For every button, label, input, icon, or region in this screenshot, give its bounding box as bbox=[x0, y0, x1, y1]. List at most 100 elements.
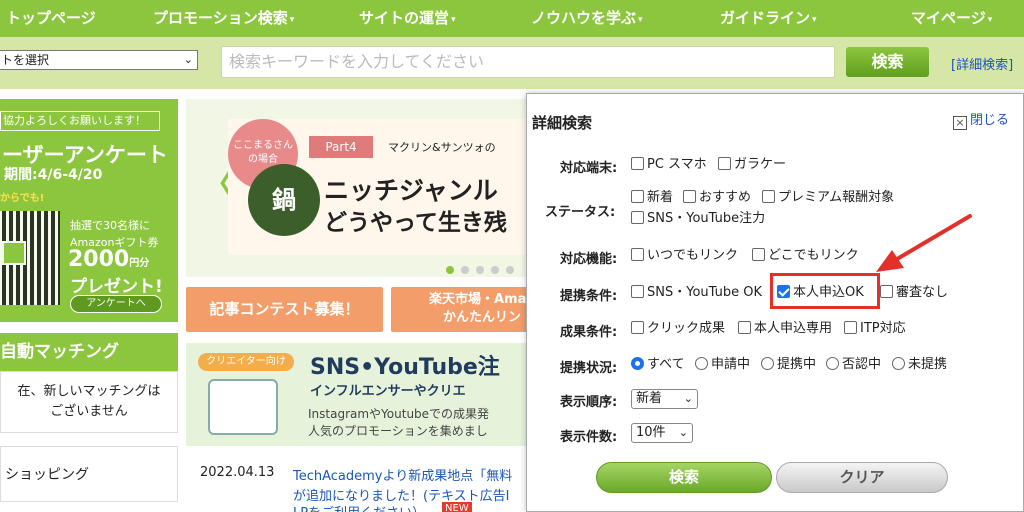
option-label: ITP対応 bbox=[860, 321, 906, 336]
checkbox-sns-youtube-ok[interactable]: SNS・YouTube OK bbox=[631, 285, 769, 301]
option-label: おすすめ bbox=[699, 190, 752, 205]
carousel-dot[interactable] bbox=[476, 266, 484, 274]
carousel-dots bbox=[446, 259, 521, 274]
radio-icon bbox=[761, 357, 774, 370]
checkbox-icon bbox=[762, 190, 775, 203]
creator-illustration-icon bbox=[208, 379, 278, 435]
option-label: PC スマホ bbox=[647, 157, 707, 172]
new-badge: NEW bbox=[442, 502, 472, 512]
search-button[interactable]: 検索 bbox=[846, 47, 929, 77]
close-icon: × bbox=[953, 116, 967, 130]
nav-guideline[interactable]: ガイドライン ▾ bbox=[720, 0, 817, 37]
popup-search-button[interactable]: 検索 bbox=[596, 462, 772, 493]
banner-period: 期間:4/6-4/20 bbox=[4, 167, 103, 183]
radio-checked-icon bbox=[631, 357, 644, 370]
banner-prize-line1: 抽選で30名様に bbox=[70, 219, 150, 232]
option-label: 本人申込専用 bbox=[754, 321, 833, 336]
radio-icon bbox=[892, 357, 905, 370]
option-label: 審査なし bbox=[896, 285, 949, 300]
slide-logo: 鍋 bbox=[248, 164, 320, 236]
order-select-value: 新着 bbox=[636, 391, 663, 406]
checkbox-feature-phone[interactable]: ガラケー bbox=[718, 157, 786, 173]
checkbox-anywhere-link[interactable]: どこでもリンク bbox=[752, 248, 859, 264]
site-select[interactable]: トを選択 ⌄ bbox=[0, 50, 198, 70]
option-label: SNS・YouTube注力 bbox=[647, 211, 766, 226]
radio-all[interactable]: すべて bbox=[631, 357, 685, 373]
sidebar-item-shopping[interactable]: ショッピング bbox=[0, 446, 178, 502]
popup-clear-button[interactable]: クリア bbox=[776, 462, 948, 493]
contest-banner[interactable]: 記事コンテスト募集！ bbox=[186, 287, 383, 332]
option-label: 申請中 bbox=[711, 357, 751, 372]
checkbox-icon bbox=[631, 321, 644, 334]
checkbox-sns-youtube-focus[interactable]: SNS・YouTube注力 bbox=[631, 211, 765, 227]
sns-text2: 人気のプロモーションを集めまし bbox=[308, 424, 488, 438]
amount-unit: 円分 bbox=[129, 258, 150, 269]
checkbox-icon bbox=[631, 157, 644, 170]
highlight-box bbox=[770, 273, 880, 309]
option-label: 新着 bbox=[647, 190, 674, 205]
checkbox-itp[interactable]: ITP対応 bbox=[844, 321, 906, 337]
banner-amount: 2000円分 bbox=[68, 247, 149, 272]
rakuten-line2: かんたんリン bbox=[443, 310, 522, 325]
auto-matching-heading: 自動マッチング bbox=[0, 333, 178, 371]
radio-affiliated[interactable]: 提携中 bbox=[761, 357, 816, 373]
radio-applying[interactable]: 申請中 bbox=[695, 357, 750, 373]
popup-title: 詳細検索 bbox=[532, 114, 593, 132]
banner-cta: からでも! bbox=[0, 193, 45, 204]
nav-label: プロモーション検索 bbox=[153, 9, 288, 27]
news-link-line1[interactable]: TechAcademyより新成果地点「無料 bbox=[293, 465, 512, 484]
rakuten-banner[interactable]: 楽天市場・Amaz かんたんリン bbox=[391, 287, 536, 332]
checkbox-pc-smartphone[interactable]: PC スマホ bbox=[631, 157, 707, 173]
keyword-search-input[interactable]: 検索キーワードを入力してください bbox=[221, 46, 835, 78]
checkbox-recommended[interactable]: おすすめ bbox=[683, 190, 751, 206]
carousel-dot[interactable] bbox=[506, 266, 514, 274]
order-select[interactable]: 新着 ⌄ bbox=[631, 389, 698, 409]
checkbox-no-screening[interactable]: 審査なし bbox=[880, 285, 948, 301]
feature-label: 対応機能: bbox=[560, 252, 618, 267]
nav-promotion-search[interactable]: プロモーション検索 ▾ bbox=[153, 0, 294, 37]
count-select-value: 10件 bbox=[636, 425, 666, 440]
checkbox-new[interactable]: 新着 bbox=[631, 190, 673, 206]
option-label: 提携中 bbox=[777, 357, 817, 372]
checkbox-self-application-only[interactable]: 本人申込専用 bbox=[738, 321, 832, 337]
sns-banner[interactable]: クリエイター向け SNS•YouTube注 インフルエンサーやクリエ Insta… bbox=[186, 343, 531, 446]
nav-label: ガイドライン bbox=[720, 9, 811, 27]
news-link-line3[interactable]: LPをご利用ください） bbox=[293, 502, 425, 512]
checkbox-premium-reward[interactable]: プレミアム報酬対象 bbox=[762, 190, 894, 206]
affiliation-label: 提携状況: bbox=[560, 361, 618, 376]
news-date: 2022.04.13 bbox=[200, 465, 275, 480]
option-label: 未提携 bbox=[908, 357, 948, 372]
checkbox-icon bbox=[752, 248, 765, 261]
carousel-slide[interactable]: ここまるさん の場合 鍋 Part4 マクリン&サンツォの ニッチジャンル どうや… bbox=[228, 119, 528, 255]
nav-site-operation[interactable]: サイトの運営 ▾ bbox=[359, 0, 456, 37]
nav-top-page[interactable]: トップページ bbox=[6, 0, 96, 37]
checkbox-icon bbox=[683, 190, 696, 203]
sns-subtitle: インフルエンサーやクリエ bbox=[310, 384, 466, 399]
nav-knowhow[interactable]: ノウハウを学ぶ ▾ bbox=[531, 0, 643, 37]
nav-mypage[interactable]: マイページ ▾ bbox=[911, 0, 992, 37]
close-button[interactable]: × 閉じる bbox=[953, 109, 1009, 130]
count-label: 表示件数: bbox=[560, 430, 618, 445]
option-label: いつでもリンク bbox=[647, 248, 739, 263]
site-select-value: トを選択 bbox=[1, 53, 50, 67]
main-nav: トップページ プロモーション検索 ▾ サイトの運営 ▾ ノウハウを学ぶ ▾ ガイドライ… bbox=[0, 0, 1024, 37]
checkbox-icon bbox=[631, 211, 644, 224]
slide-part-badge: Part4 bbox=[309, 136, 373, 158]
checkbox-click-result[interactable]: クリック成果 bbox=[631, 321, 725, 337]
radio-rejected[interactable]: 否認中 bbox=[826, 357, 881, 373]
survey-button[interactable]: アンケートへ bbox=[70, 295, 162, 313]
nav-label: マイページ bbox=[911, 9, 986, 27]
checkbox-icon bbox=[844, 321, 857, 334]
carousel-dot[interactable] bbox=[491, 266, 499, 274]
carousel-dot[interactable] bbox=[461, 266, 469, 274]
radio-not-affiliated[interactable]: 未提携 bbox=[892, 357, 947, 373]
banner-present: プレゼント! bbox=[70, 277, 163, 297]
survey-banner[interactable]: 協力よろしくお願いします！ ーザーアンケート 期間:4/6-4/20 からでも!… bbox=[0, 99, 178, 322]
advanced-search-link[interactable]: [詳細検索] bbox=[951, 54, 1013, 73]
count-select[interactable]: 10件 ⌄ bbox=[631, 423, 693, 443]
sns-tag: クリエイター向け bbox=[198, 353, 294, 371]
carousel-dot[interactable] bbox=[446, 266, 454, 274]
option-label: どこでもリンク bbox=[768, 248, 859, 263]
checkbox-anytime-link[interactable]: いつでもリンク bbox=[631, 248, 738, 264]
banner-topline: 協力よろしくお願いします！ bbox=[0, 111, 160, 131]
